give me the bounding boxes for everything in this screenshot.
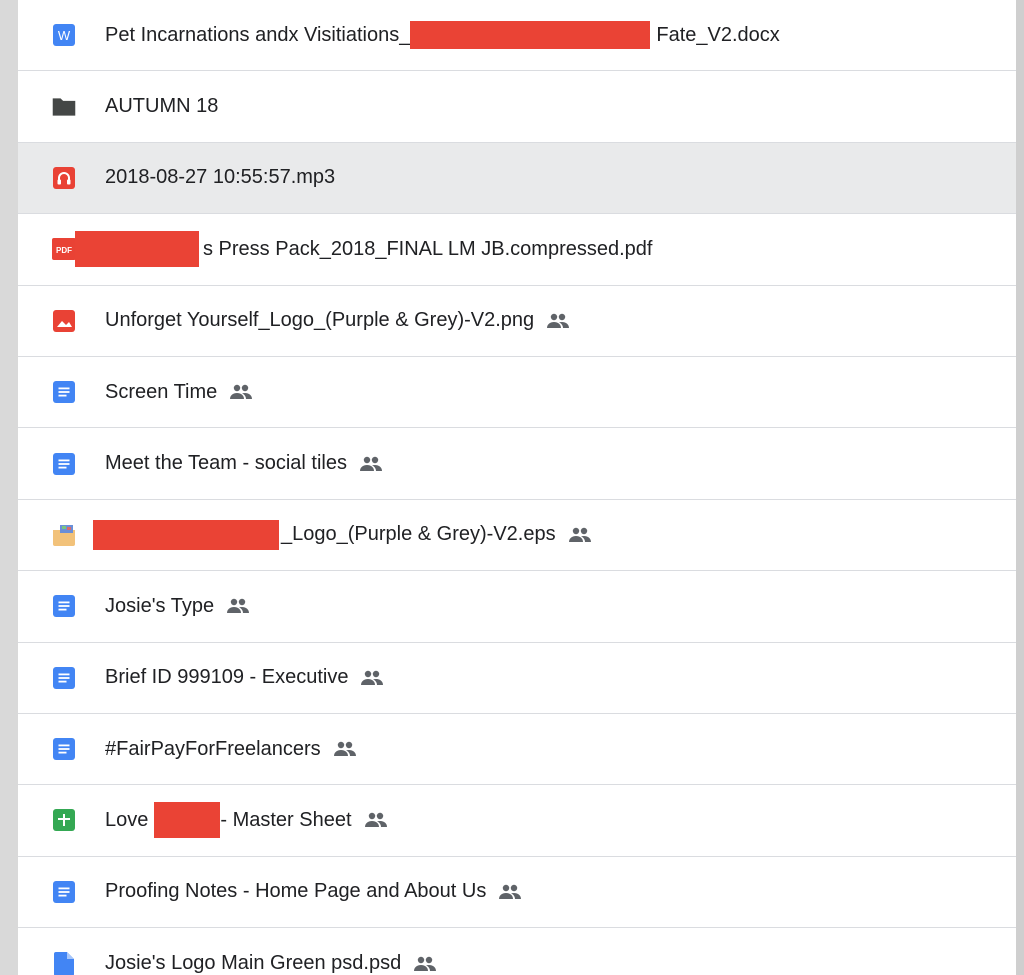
file-name: Pet Incarnations andx Visitiations_ Fate… <box>105 21 780 50</box>
redaction-block <box>154 802 221 839</box>
svg-text:W: W <box>58 28 71 43</box>
file-name-part: - Master Sheet <box>220 808 352 831</box>
shared-people-icon <box>364 812 388 828</box>
file-name: Brief ID 999109 - Executive <box>105 666 384 689</box>
file-name-text: _Logo_(Purple & Grey)-V2.eps <box>281 523 556 546</box>
file-row[interactable]: Unforget Yourself_Logo_(Purple & Grey)-V… <box>18 286 1016 357</box>
file-row[interactable]: Brief ID 999109 - Executive <box>18 643 1016 714</box>
file-row[interactable]: 2018-08-27 10:55:57.mp3 <box>18 142 1016 215</box>
file-name: Screen Time <box>105 381 253 404</box>
image-icon <box>51 308 77 334</box>
file-name: 2018-08-27 10:55:57.mp3 <box>105 166 336 189</box>
file-row[interactable]: AUTUMN 18 <box>18 71 1016 143</box>
file-name-text: Proofing Notes - Home Page and About Us <box>105 880 487 903</box>
shared-people-icon <box>568 527 592 543</box>
file-name-text: Josie's Logo Main Green psd.psd <box>105 952 402 975</box>
file-name: Josie's Type <box>105 595 250 618</box>
shared-people-icon <box>546 313 570 329</box>
google-docs-icon <box>51 379 77 405</box>
file-row[interactable]: #FairPayForFreelancers <box>18 714 1016 786</box>
scrollbar-edge <box>1016 0 1024 975</box>
file-name-text: Brief ID 999109 - Executive <box>105 666 349 689</box>
file-name: s Press Pack_2018_FINAL LM JB.compressed… <box>203 237 653 260</box>
file-name-text: Josie's Type <box>105 594 215 617</box>
file-name: Proofing Notes - Home Page and About Us <box>105 880 522 903</box>
file-name: Josie's Logo Main Green psd.psd <box>105 952 437 975</box>
file-row[interactable]: W Pet Incarnations andx Visitiations_ Fa… <box>18 0 1016 72</box>
file-name: Unforget Yourself_Logo_(Purple & Grey)-V… <box>105 309 570 332</box>
google-docs-icon <box>51 451 77 477</box>
shared-people-icon <box>413 956 437 972</box>
shared-people-icon <box>498 884 522 900</box>
file-list: W Pet Incarnations andx Visitiations_ Fa… <box>18 0 1016 975</box>
file-name: Love - Master Sheet <box>105 802 388 839</box>
file-row[interactable]: _Logo_(Purple & Grey)-V2.eps <box>18 500 1016 572</box>
file-name-part: Love <box>105 808 149 831</box>
file-row[interactable]: Screen Time <box>18 357 1016 429</box>
file-name: _Logo_(Purple & Grey)-V2.eps <box>281 523 592 546</box>
generic-file-icon <box>51 951 77 975</box>
word-doc-icon: W <box>51 22 77 48</box>
file-row[interactable]: Love - Master Sheet <box>18 785 1016 857</box>
file-row[interactable]: Proofing Notes - Home Page and About Us <box>18 857 1016 929</box>
file-name: Meet the Team - social tiles <box>105 452 383 475</box>
shared-people-icon <box>229 384 253 400</box>
google-docs-icon <box>51 665 77 691</box>
folder-icon <box>51 94 77 120</box>
shared-people-icon <box>359 456 383 472</box>
file-row[interactable]: Josie's Type <box>18 571 1016 643</box>
file-row[interactable]: Meet the Team - social tiles <box>18 428 1016 500</box>
google-sheets-icon <box>51 807 77 833</box>
file-name-part: Pet Incarnations andx Visitiations_ <box>105 23 411 46</box>
eps-file-icon <box>51 522 77 548</box>
svg-text:PDF: PDF <box>56 246 72 255</box>
shared-people-icon <box>360 670 384 686</box>
redaction-block <box>410 21 651 50</box>
audio-file-icon <box>51 165 77 191</box>
file-name-text: Unforget Yourself_Logo_(Purple & Grey)-V… <box>105 309 535 332</box>
redaction-block <box>75 231 199 268</box>
file-name-text: Meet the Team - social tiles <box>105 452 347 475</box>
file-row[interactable]: Josie's Logo Main Green psd.psd <box>18 928 1016 975</box>
file-name: AUTUMN 18 <box>105 95 219 118</box>
file-name-text: Screen Time <box>105 380 218 403</box>
google-docs-icon <box>51 736 77 762</box>
redaction-block <box>93 519 279 550</box>
file-name: #FairPayForFreelancers <box>105 738 357 761</box>
file-name-part: Fate_V2.docx <box>656 23 780 46</box>
file-name-text: #FairPayForFreelancers <box>105 737 321 760</box>
pdf-icon: PDF <box>51 236 77 262</box>
shared-people-icon <box>333 741 357 757</box>
shared-people-icon <box>226 598 250 614</box>
google-docs-icon <box>51 879 77 905</box>
file-row[interactable]: PDF s Press Pack_2018_FINAL LM JB.compre… <box>18 214 1016 286</box>
google-docs-icon <box>51 593 77 619</box>
